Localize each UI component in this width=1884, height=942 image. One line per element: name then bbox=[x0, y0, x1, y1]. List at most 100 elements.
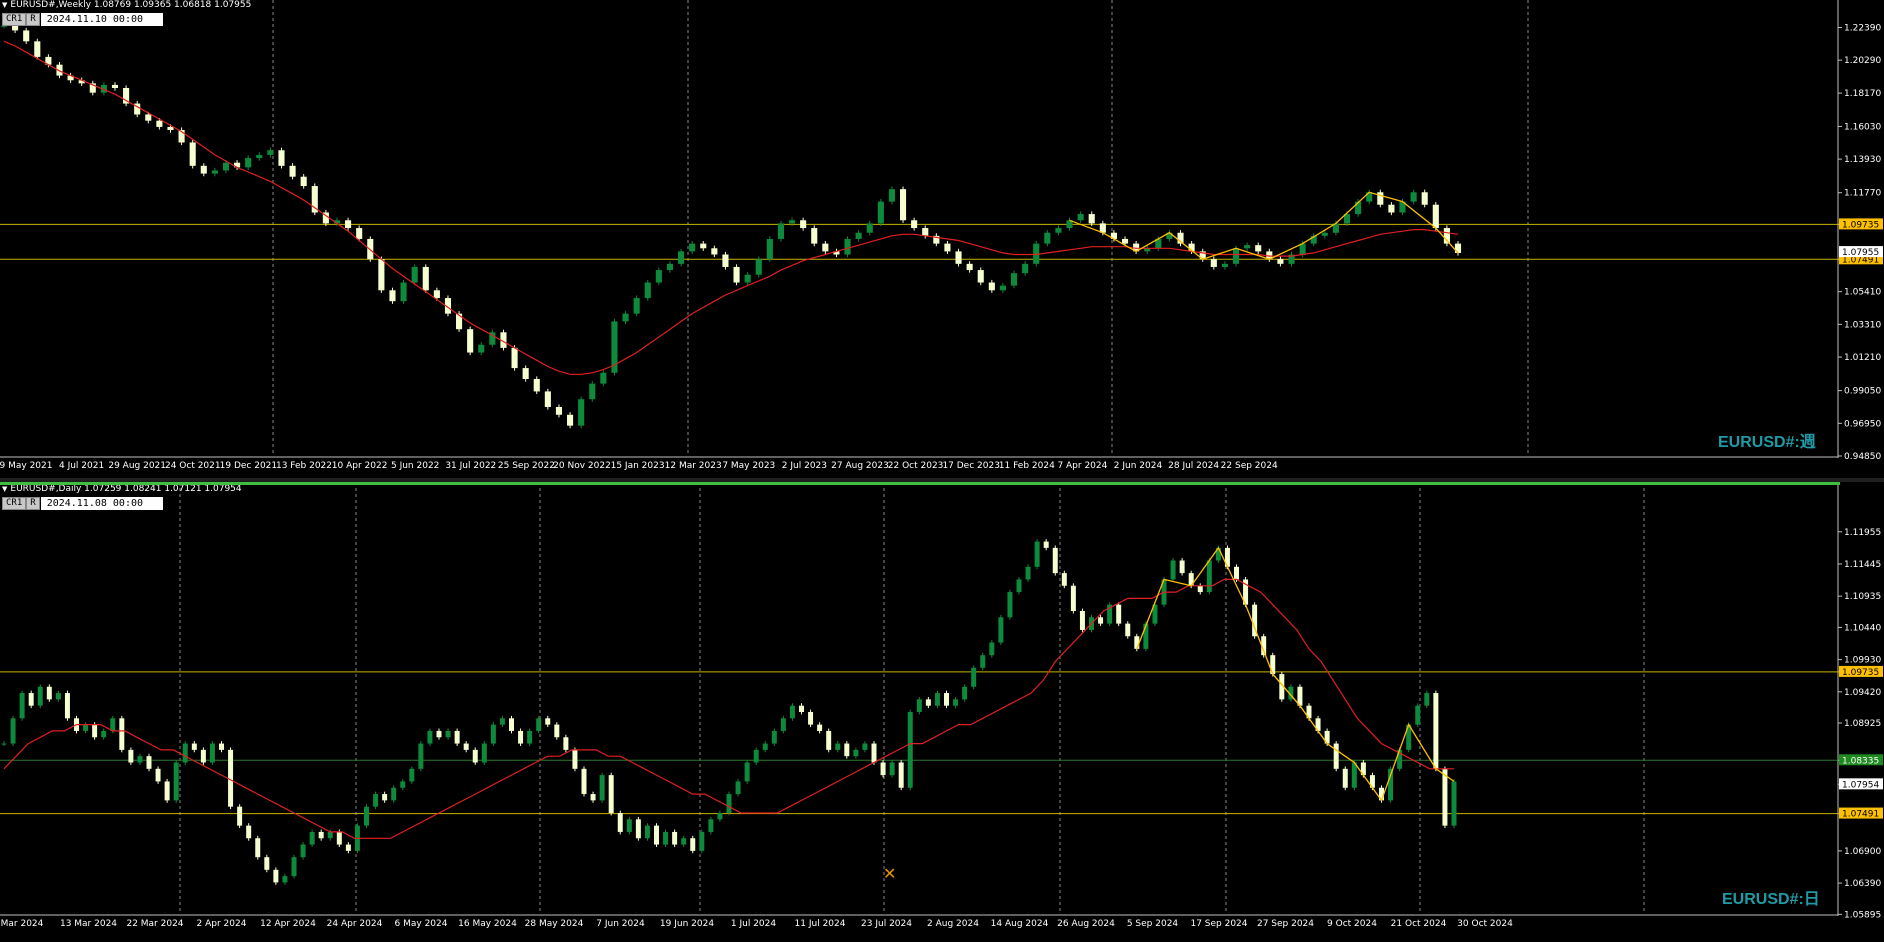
collapse-triangle-icon[interactable]: ▼ bbox=[2, 1, 7, 9]
candle-body bbox=[1321, 232, 1328, 236]
candle-body bbox=[536, 718, 542, 731]
candle-body bbox=[1098, 617, 1104, 624]
candle-body bbox=[92, 724, 98, 738]
daily-r-button[interactable]: R bbox=[26, 497, 40, 510]
candle-body bbox=[445, 730, 451, 738]
candle-body bbox=[110, 718, 116, 731]
candle-body bbox=[1421, 192, 1428, 205]
daily-chart-panel[interactable]: 1.11955 1.11445 1.10935 1.10440 1.09930 1.097… bbox=[0, 482, 1884, 938]
candle-body bbox=[164, 781, 170, 801]
candle-body bbox=[364, 806, 369, 826]
candle-body bbox=[173, 762, 179, 801]
y-tick-label: 1.01210 bbox=[1844, 353, 1881, 363]
candle-body bbox=[1022, 263, 1029, 274]
daily-chart-canvas[interactable]: 1.11955 1.11445 1.10935 1.10440 1.09930 1.097… bbox=[0, 482, 1884, 938]
candle-body bbox=[1016, 579, 1022, 593]
x-tick-label: 11 Jul 2024 bbox=[795, 919, 846, 929]
candle-body bbox=[989, 642, 995, 656]
candle-body bbox=[1410, 192, 1417, 202]
weekly-header-text: EURUSD#,Weekly 1.08769 1.09365 1.06818 1… bbox=[10, 0, 252, 10]
x-tick-label: 10 Apr 2022 bbox=[332, 461, 388, 471]
candle-body bbox=[463, 743, 469, 750]
daily-cr1-button[interactable]: CR1 bbox=[2, 497, 27, 510]
daily-date-control[interactable]: CR1 R 2024.11.08 00:00 bbox=[2, 497, 163, 510]
candle-body bbox=[28, 693, 34, 706]
y-tick-label: 1.22390 bbox=[1844, 23, 1881, 33]
candle-body bbox=[689, 243, 696, 252]
candle-body bbox=[1206, 560, 1212, 593]
x-tick-label: 16 May 2024 bbox=[458, 919, 517, 929]
candle-body bbox=[733, 266, 740, 283]
candle-body bbox=[572, 749, 578, 769]
moving-average-line bbox=[3, 40, 1459, 375]
candle-body bbox=[817, 724, 823, 731]
candle-body bbox=[826, 730, 832, 750]
x-tick-label: 2 Jul 2023 bbox=[782, 461, 827, 471]
y-tick-label: 1.13930 bbox=[1844, 155, 1881, 165]
candle-body bbox=[409, 768, 415, 782]
weekly-chart-panel[interactable]: 1.22390 1.20290 1.18170 1.16030 1.13930 1.117… bbox=[0, 0, 1884, 478]
candle-body bbox=[345, 844, 351, 851]
weekly-chart-canvas[interactable]: 1.22390 1.20290 1.18170 1.16030 1.13930 1.117… bbox=[0, 0, 1884, 478]
candle-body bbox=[1388, 204, 1395, 213]
candle-body bbox=[1277, 259, 1284, 264]
candle-body bbox=[708, 819, 714, 832]
candle-body bbox=[600, 372, 607, 384]
candle-body bbox=[590, 794, 596, 801]
x-tick-label: 19 Jun 2024 bbox=[660, 919, 714, 929]
weekly-date-control[interactable]: CR1 R 2024.11.10 00:00 bbox=[2, 13, 163, 26]
candle-body bbox=[1025, 566, 1031, 580]
candle-body bbox=[200, 165, 207, 174]
candle-body bbox=[289, 165, 296, 177]
candle-body bbox=[267, 150, 274, 155]
candle-body bbox=[554, 724, 560, 738]
weekly-date-input[interactable]: 2024.11.10 00:00 bbox=[40, 13, 163, 26]
y-tick-label: 1.09420 bbox=[1844, 688, 1881, 698]
y-tick-label: 1.20290 bbox=[1844, 56, 1881, 66]
x-tick-label: Mar 2024 bbox=[1, 919, 44, 929]
candle-body bbox=[808, 712, 814, 725]
candle-body bbox=[211, 170, 218, 174]
candle-body bbox=[780, 718, 786, 731]
candle-body bbox=[853, 749, 859, 757]
daily-date-input[interactable]: 2024.11.08 00:00 bbox=[40, 497, 163, 510]
candle-body bbox=[907, 712, 913, 788]
candle-body bbox=[1125, 623, 1131, 637]
zigzag-line bbox=[1136, 546, 1455, 802]
y-tick-label: 0.94850 bbox=[1844, 452, 1881, 462]
candle-body bbox=[336, 831, 342, 845]
candle-body bbox=[690, 838, 696, 851]
candle-body bbox=[877, 201, 884, 224]
candle-body bbox=[146, 756, 152, 769]
weekly-r-button[interactable]: R bbox=[26, 13, 40, 26]
x-tick-label: 24 Apr 2024 bbox=[327, 919, 383, 929]
candle-body bbox=[378, 259, 385, 291]
candle-body bbox=[256, 154, 263, 159]
candle-body bbox=[1451, 781, 1457, 826]
candle-body bbox=[998, 617, 1004, 643]
candle-body bbox=[726, 794, 732, 813]
x-tick-label: 22 Mar 2024 bbox=[126, 919, 183, 929]
candle-body bbox=[1077, 214, 1084, 221]
candle-body bbox=[222, 162, 230, 171]
x-tick-label: 14 Aug 2024 bbox=[991, 919, 1049, 929]
x-tick-label: 27 Sep 2024 bbox=[1257, 919, 1314, 929]
candle-body bbox=[666, 263, 674, 271]
collapse-triangle-icon[interactable]: ▼ bbox=[2, 485, 7, 493]
candle-body bbox=[1454, 243, 1462, 253]
x-tick-label: 4 Jul 2021 bbox=[59, 461, 104, 471]
candle-body bbox=[1055, 228, 1062, 233]
candle-body bbox=[811, 228, 818, 244]
candle-body bbox=[953, 699, 959, 706]
weekly-cr1-button[interactable]: CR1 bbox=[2, 13, 27, 26]
candle-body bbox=[311, 186, 318, 213]
candle-body bbox=[971, 667, 977, 687]
candle-body bbox=[300, 176, 307, 187]
y-tick-label: 1.10935 bbox=[1844, 592, 1881, 602]
candle-body bbox=[889, 762, 895, 776]
x-tick-label: 5 Jun 2022 bbox=[391, 461, 439, 471]
candle-body bbox=[436, 730, 442, 738]
candle-body bbox=[1234, 566, 1239, 580]
daily-header-text: EURUSD#,Daily 1.07259 1.08241 1.07121 1.… bbox=[10, 484, 242, 494]
candle-body bbox=[735, 781, 741, 795]
